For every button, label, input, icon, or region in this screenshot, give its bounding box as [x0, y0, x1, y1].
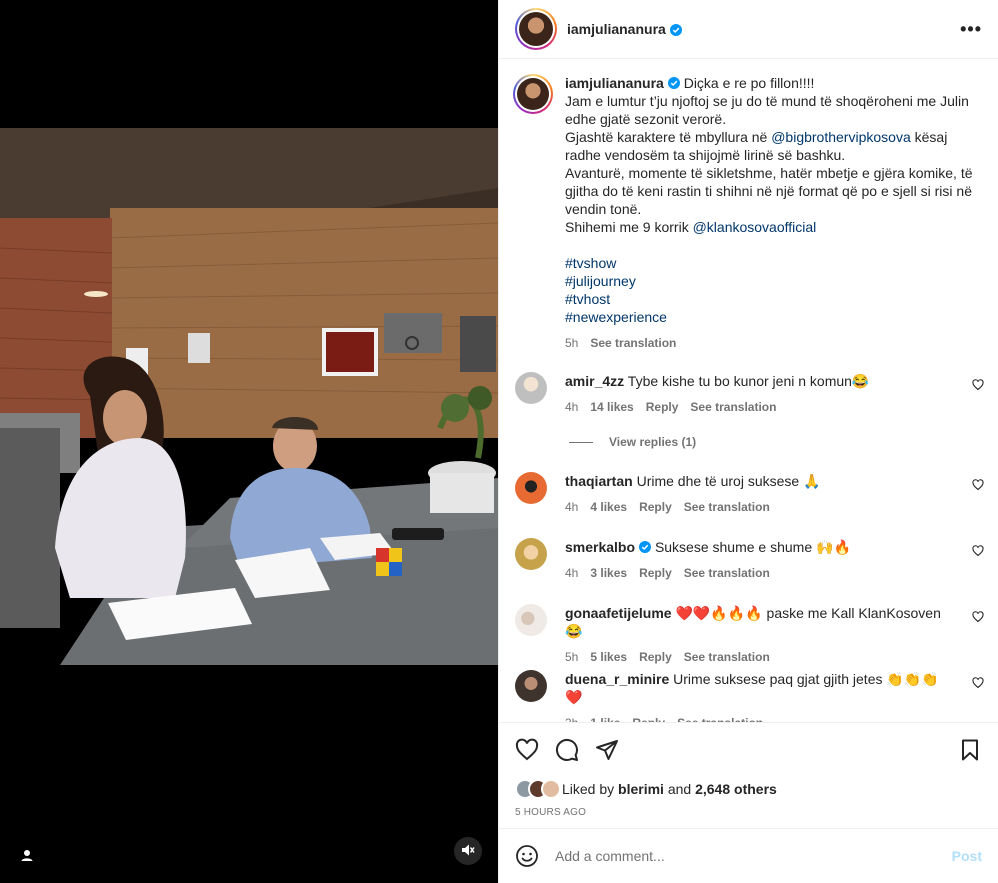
caption-see-translation[interactable]: See translation: [590, 334, 676, 352]
reply-button[interactable]: Reply: [639, 564, 672, 582]
view-replies-label: View replies (1): [609, 435, 697, 449]
mention-bigbrothervipkosova[interactable]: @bigbrothervipkosova: [771, 129, 911, 145]
post-media[interactable]: [0, 0, 498, 883]
commenter-username[interactable]: amir_4zz: [565, 373, 624, 389]
verified-badge-icon: [639, 539, 652, 553]
verified-badge-icon: [667, 75, 680, 89]
post-header: iamjuliananura •••: [499, 0, 998, 59]
comment-item: gonaafetijelume ❤️❤️🔥🔥🔥 paske me Kall Kl…: [499, 604, 998, 666]
comment-likes[interactable]: 4 likes: [590, 498, 627, 516]
author-avatar[interactable]: [515, 8, 557, 50]
post-timestamp[interactable]: 5 HOURS AGO: [515, 807, 982, 818]
add-comment-input[interactable]: [555, 848, 952, 864]
user-tag-icon[interactable]: [17, 846, 37, 866]
view-replies-button[interactable]: View replies (1): [569, 435, 696, 449]
caption-line-4: Avanturë, momente të sikletshme, hatër m…: [565, 165, 973, 217]
speaker-muted-icon: [461, 843, 475, 860]
comment-text: Urime dhe të uroj suksese 🙏: [636, 473, 821, 489]
more-options-icon[interactable]: •••: [960, 20, 982, 38]
caption-line-5: Shihemi me 9 korrik: [565, 219, 693, 235]
reply-button[interactable]: Reply: [632, 714, 665, 722]
comment-text: Tybe kishe tu bo kunor jeni n komun😂: [627, 373, 870, 389]
commenter-username[interactable]: gonaafetijelume: [565, 605, 672, 621]
comment-likes[interactable]: 5 likes: [590, 648, 627, 666]
commenter-avatar[interactable]: [515, 372, 547, 404]
see-translation-button[interactable]: See translation: [690, 398, 776, 416]
liked-by-middle: and: [663, 781, 696, 797]
see-translation-button[interactable]: See translation: [684, 564, 770, 582]
like-comment-heart-icon[interactable]: [972, 676, 984, 689]
commenter-avatar[interactable]: [515, 538, 547, 570]
hashtag-link[interactable]: #tvshow: [565, 255, 616, 271]
post-photo: [0, 128, 498, 665]
caption-username[interactable]: iamjuliananura: [565, 75, 664, 91]
commenter-avatar[interactable]: [515, 670, 547, 702]
commenter-username[interactable]: thaqiartan: [565, 473, 633, 489]
see-translation-button[interactable]: See translation: [677, 714, 763, 722]
caption-avatar[interactable]: [513, 74, 553, 114]
like-comment-heart-icon[interactable]: [972, 544, 984, 557]
like-heart-icon[interactable]: [515, 738, 539, 762]
commenter-avatar[interactable]: [515, 604, 547, 636]
caption-time: 5h: [565, 336, 579, 350]
reply-button[interactable]: Reply: [646, 398, 679, 416]
comment-time: 4h: [565, 566, 579, 580]
likes-others-count[interactable]: 2,648 others: [695, 781, 777, 797]
likes-summary: Liked by blerimi and 2,648 others: [515, 779, 982, 799]
caption-line-2: Jam e lumtur t’ju njoftoj se ju do të mu…: [565, 93, 969, 127]
like-comment-heart-icon[interactable]: [972, 378, 984, 391]
comment-bubble-icon[interactable]: [555, 738, 579, 762]
see-translation-button[interactable]: See translation: [684, 498, 770, 516]
commenter-avatar[interactable]: [515, 472, 547, 504]
reply-button[interactable]: Reply: [639, 498, 672, 516]
like-comment-heart-icon[interactable]: [972, 478, 984, 491]
commenter-username[interactable]: duena_r_minire: [565, 671, 669, 687]
post-side-panel: iamjuliananura ••• iamjuliananura Diçka …: [498, 0, 998, 883]
mention-klankosovaofficial[interactable]: @klankosovaofficial: [693, 219, 817, 235]
liker-avatars[interactable]: [515, 779, 561, 799]
comment-text: Suksese shume e shume 🙌🔥: [654, 539, 851, 555]
comment-item: smerkalbo Suksese shume e shume 🙌🔥 4h 3 …: [499, 538, 998, 582]
add-comment-bar: Post: [499, 828, 998, 883]
comment-likes[interactable]: 3 likes: [590, 564, 627, 582]
comment-item: thaqiartan Urime dhe të uroj suksese 🙏 4…: [499, 472, 998, 516]
comment-time: 3h: [565, 714, 578, 722]
post-caption: iamjuliananura Diçka e re po fillon!!!! …: [499, 60, 998, 352]
comment-item: amir_4zz Tybe kishe tu bo kunor jeni n k…: [499, 372, 998, 416]
replies-divider: [569, 441, 593, 443]
reply-button[interactable]: Reply: [639, 648, 672, 666]
caption-line-3a: Gjashtë karaktere të mbyllura në: [565, 129, 772, 145]
liked-by-prefix: Liked by: [562, 781, 619, 797]
save-bookmark-icon[interactable]: [958, 738, 982, 762]
comment-likes[interactable]: 14 likes: [590, 398, 633, 416]
verified-badge-icon: [669, 23, 682, 36]
share-paper-plane-icon[interactable]: [595, 738, 619, 762]
comment-time: 4h: [565, 500, 579, 514]
hashtag-link[interactable]: #julijourney: [565, 273, 636, 289]
emoji-picker-icon[interactable]: [515, 844, 539, 868]
commenter-username[interactable]: smerkalbo: [565, 539, 635, 555]
post-comment-button[interactable]: Post: [952, 848, 982, 864]
liked-by-user[interactable]: blerimi: [618, 781, 664, 797]
author-username[interactable]: iamjuliananura: [567, 21, 666, 37]
comment-time: 4h: [565, 400, 579, 414]
caption-line-1: Diçka e re po fillon!!!!: [683, 75, 815, 91]
comment-likes[interactable]: 1 like: [590, 714, 620, 722]
like-comment-heart-icon[interactable]: [972, 610, 984, 623]
comments-scroll-area[interactable]: iamjuliananura Diçka e re po fillon!!!! …: [499, 60, 998, 722]
comment-time: 5h: [565, 650, 579, 664]
see-translation-button[interactable]: See translation: [684, 648, 770, 666]
post-actions: Liked by blerimi and 2,648 others 5 HOUR…: [499, 722, 998, 818]
mute-button[interactable]: [454, 837, 482, 865]
hashtag-link[interactable]: #tvhost: [565, 291, 610, 307]
hashtag-link[interactable]: #newexperience: [565, 309, 667, 325]
comment-item: duena_r_minire Urime suksese paq gjat gj…: [499, 670, 998, 722]
